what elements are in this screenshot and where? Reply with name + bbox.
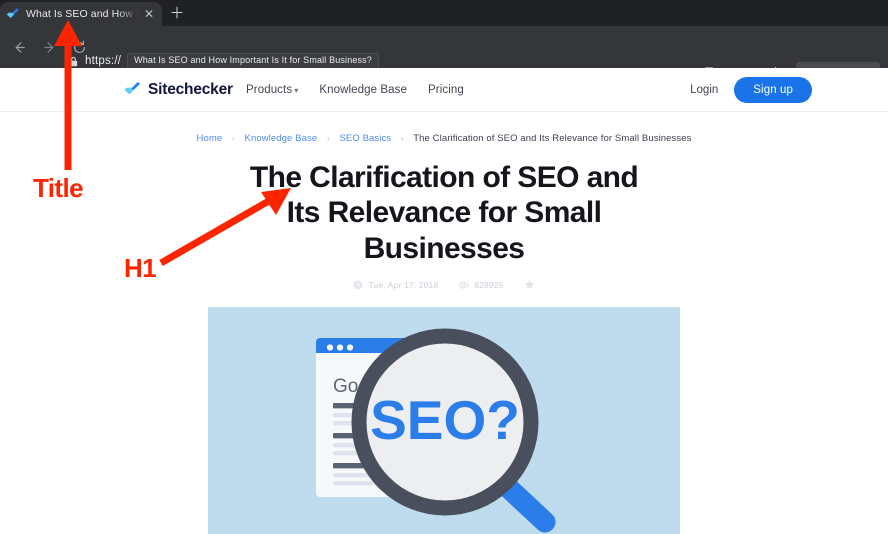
illustration-magnifier-lens: SEO? (351, 328, 539, 516)
page-title: The Clarification of SEO and Its Relevan… (249, 161, 639, 265)
site-main-nav: Products ▾ Knowledge Base Pricing (246, 84, 464, 96)
screenshot-root: What Is SEO and How Importa ✕ ＋ (0, 0, 888, 534)
sitechecker-checkmark-logo (124, 82, 140, 95)
browser-tab[interactable]: What Is SEO and How Importa ✕ (0, 2, 162, 26)
chevron-down-icon: ▾ (294, 85, 299, 95)
star-icon (524, 279, 534, 290)
forward-arrow-glyph (43, 41, 53, 53)
breadcrumb-item-knowledge-base[interactable]: Knowledge Base (245, 133, 318, 144)
login-link[interactable]: Login (690, 84, 718, 96)
nav-item-pricing[interactable]: Pricing (428, 84, 464, 96)
breadcrumb-separator: › (400, 134, 404, 143)
nav-item-products[interactable]: Products ▾ (246, 84, 298, 96)
plus-icon[interactable]: ＋ (168, 5, 186, 23)
site-header-actions: Login Sign up (690, 76, 812, 103)
article-date: Tue, Apr 17, 2018 (353, 280, 438, 290)
eye-icon (458, 280, 469, 289)
browser-tab-title: What Is SEO and How Importa (26, 8, 140, 20)
article-views-count: 828925 (474, 279, 504, 290)
annotation-label-title: Title (33, 173, 84, 203)
close-icon[interactable]: ✕ (142, 8, 156, 20)
browser-toolbar: https:// What Is SEO and How Important I… (0, 26, 888, 84)
breadcrumb-separator: › (326, 134, 330, 143)
tab-strip: What Is SEO and How Importa ✕ ＋ (0, 0, 888, 26)
seo-magnifier-illustration: Google (208, 307, 680, 534)
breadcrumb-item-seo-basics[interactable]: SEO Basics (339, 133, 391, 144)
breadcrumb-item-home[interactable]: Home (197, 133, 223, 144)
site-logo[interactable]: Sitechecker (124, 81, 233, 99)
url-title-tooltip: What Is SEO and How Important Is It for … (127, 53, 379, 69)
web-page-viewport: Sitechecker Products ▾ Knowledge Base Pri… (0, 68, 888, 534)
breadcrumb-item-current: The Clarification of SEO and Its Relevan… (413, 133, 692, 144)
nav-item-products-label: Products (246, 83, 293, 96)
back-arrow-glyph (15, 41, 25, 53)
article-views: 828925 (458, 280, 503, 290)
calendar-icon (354, 280, 363, 290)
lock-icon (69, 56, 78, 66)
sitechecker-check-favicon (6, 8, 19, 19)
illustration-seo-question-text: SEO? (370, 389, 520, 451)
breadcrumb-separator: › (232, 134, 235, 143)
article-hero-image: Google (208, 307, 680, 534)
browser-chrome: What Is SEO and How Importa ✕ ＋ (0, 0, 888, 84)
annotation-label-h1: H1 (124, 253, 157, 283)
article-favorite[interactable] (524, 279, 535, 290)
site-logo-text: Sitechecker (148, 80, 233, 98)
article-date-text: Tue, Apr 17, 2018 (368, 279, 439, 290)
back-arrow-icon[interactable] (6, 34, 32, 60)
sign-up-button[interactable]: Sign up (734, 76, 812, 103)
breadcrumb: Home › Knowledge Base › SEO Basics › The… (0, 133, 888, 144)
nav-item-knowledge-base[interactable]: Knowledge Base (319, 84, 407, 96)
site-header: Sitechecker Products ▾ Knowledge Base Pri… (0, 68, 888, 112)
forward-arrow-icon[interactable] (36, 34, 62, 60)
url-scheme: https:// (85, 55, 122, 67)
